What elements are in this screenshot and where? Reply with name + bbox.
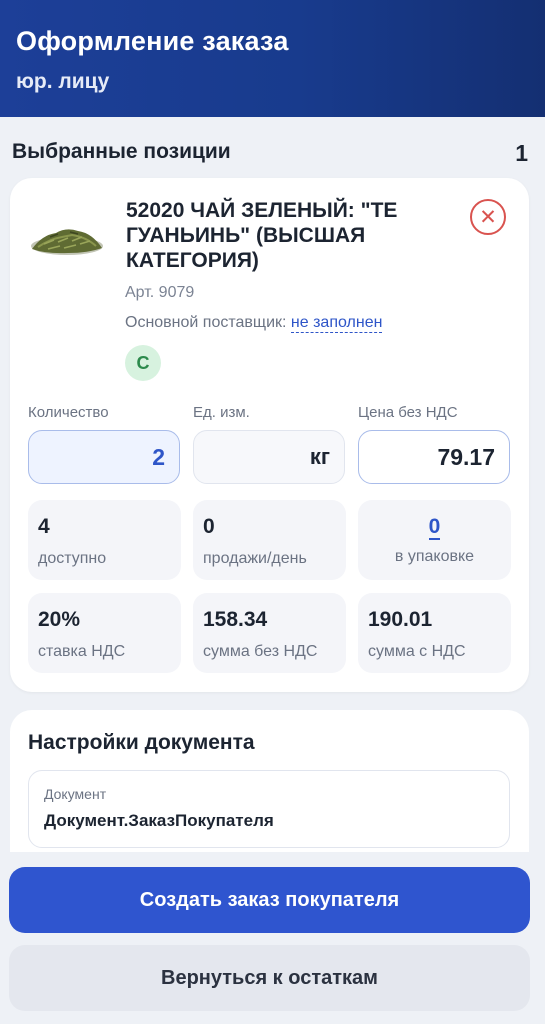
stat-available: 4 доступно xyxy=(28,500,181,580)
page-header: Оформление заказа юр. лицу xyxy=(0,0,545,117)
product-image xyxy=(28,213,106,263)
stat-sales-per-day: 0 продажи/день xyxy=(193,500,346,580)
product-article: Арт. 9079 xyxy=(125,284,195,301)
stat-value: 0 xyxy=(203,515,215,538)
supplier-label: Основной поставщик: xyxy=(125,314,287,331)
stat-value: 158.34 xyxy=(203,608,268,631)
quantity-input[interactable]: 2 xyxy=(28,430,180,484)
product-card: 52020 ЧАЙ ЗЕЛЕНЫЙ: "ТЕ ГУАНЬИНЬ" (ВЫСШАЯ… xyxy=(10,178,529,692)
stat-value: 20% xyxy=(38,608,81,631)
stat-caption: сумма без НДС xyxy=(203,643,318,660)
document-select[interactable]: Документ Документ.ЗаказПокупателя xyxy=(28,770,510,848)
quantity-label: Количество xyxy=(28,404,109,421)
page-title: Оформление заказа xyxy=(16,26,289,56)
stat-sum-with-vat: 190.01 сумма с НДС xyxy=(358,593,511,673)
stat-value[interactable]: 0 xyxy=(358,515,511,540)
stat-vat-rate: 20% ставка НДС xyxy=(28,593,181,673)
product-name: 52020 ЧАЙ ЗЕЛЕНЫЙ: "ТЕ ГУАНЬИНЬ" (ВЫСШАЯ… xyxy=(126,199,398,272)
selected-positions-header: Выбранные позиции 1 xyxy=(12,140,528,168)
document-label: Документ xyxy=(44,786,107,802)
category-badge: С xyxy=(125,345,161,381)
selected-positions-label: Выбранные позиции xyxy=(12,140,231,163)
supplier-link[interactable]: не заполнен xyxy=(290,314,383,333)
package-link[interactable]: 0 xyxy=(428,515,441,540)
back-to-stock-button[interactable]: Вернуться к остаткам xyxy=(9,945,530,1011)
price-label: Цена без НДС xyxy=(358,404,458,421)
document-settings-title: Настройки документа xyxy=(28,731,255,754)
close-circle-icon[interactable]: ✕ xyxy=(470,199,506,235)
stat-caption: в упаковке xyxy=(394,548,475,565)
unit-label: Ед. изм. xyxy=(193,404,250,421)
page-subtitle: юр. лицу xyxy=(16,70,110,93)
stat-caption: сумма с НДС xyxy=(368,643,466,660)
stat-in-package[interactable]: 0 в упаковке xyxy=(358,500,511,580)
supplier-row: Основной поставщик: не заполнен xyxy=(125,314,383,333)
stat-value: 4 xyxy=(38,515,50,538)
selected-positions-count: 1 xyxy=(515,140,528,166)
create-order-button[interactable]: Создать заказ покупателя xyxy=(9,867,530,933)
price-input[interactable]: 79.17 xyxy=(358,430,510,484)
stat-caption: ставка НДС xyxy=(38,643,126,660)
unit-select[interactable]: кг xyxy=(193,430,345,484)
stat-sum-without-vat: 158.34 сумма без НДС xyxy=(193,593,346,673)
stat-caption: продажи/день xyxy=(203,550,307,567)
stat-value: 190.01 xyxy=(368,608,433,631)
stat-caption: доступно xyxy=(38,550,107,567)
document-value: Документ.ЗаказПокупателя xyxy=(44,811,274,830)
